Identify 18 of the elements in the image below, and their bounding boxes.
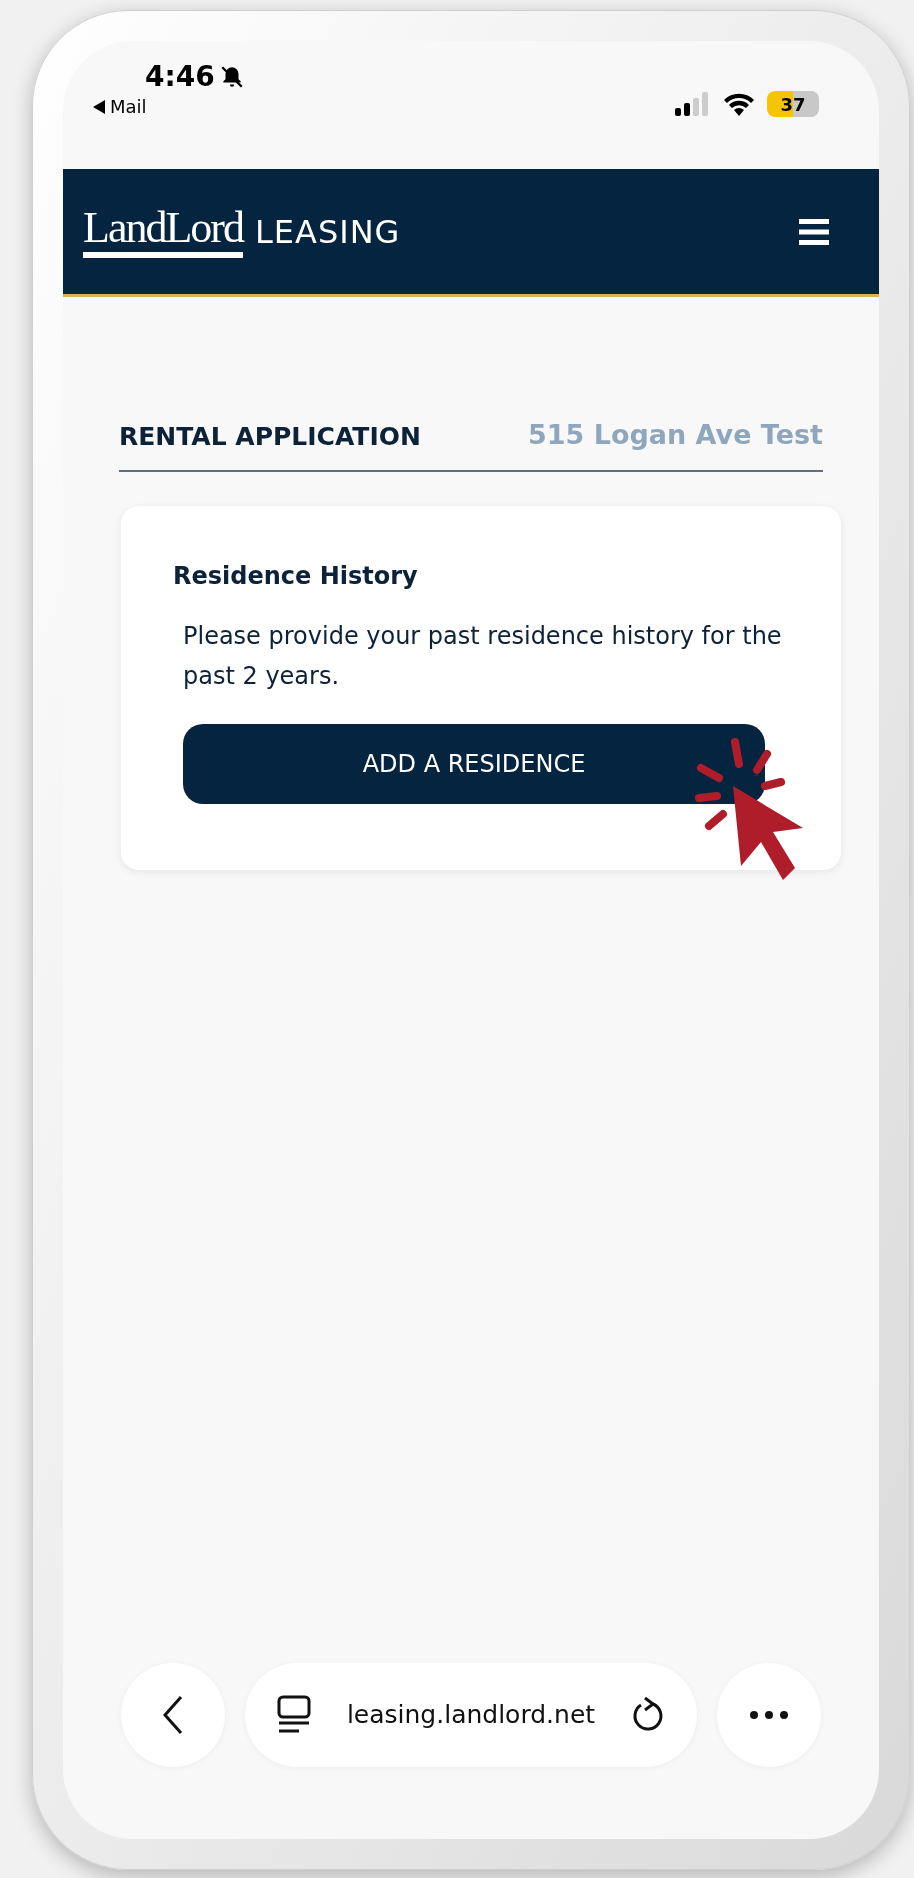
status-time: 4:46 (145, 63, 215, 91)
signal-icon (675, 92, 711, 116)
add-residence-button[interactable]: ADD A RESIDENCE (183, 723, 765, 804)
wifi-icon (723, 92, 755, 116)
back-triangle-icon (93, 99, 105, 114)
brand-name: LEASING (254, 215, 401, 253)
property-name: 515 Logan Ave Test (527, 418, 823, 452)
card-description: Please provide your past residence history for the past 2 years. (183, 620, 783, 692)
menu-icon[interactable] (799, 218, 829, 245)
page-title: RENTAL APPLICATION (119, 421, 421, 453)
chevron-left-icon (161, 1695, 185, 1735)
url-text: leasing.landlord.net (346, 1699, 596, 1732)
logo-wordmark: LandLord (83, 205, 243, 258)
address-bar[interactable]: leasing.landlord.net (245, 1663, 697, 1767)
page-layout-icon (277, 1695, 311, 1735)
back-to-app-link[interactable]: Mail (110, 93, 147, 120)
card-heading: Residence History (173, 560, 419, 592)
more-icon (749, 1710, 789, 1720)
